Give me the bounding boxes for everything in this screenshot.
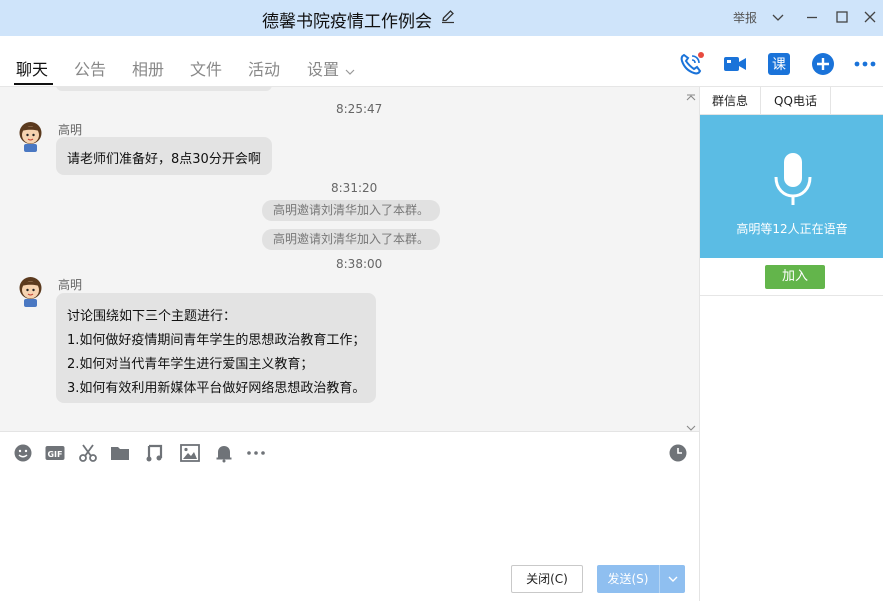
tab-qq-call[interactable]: QQ电话	[761, 87, 830, 115]
more-icon[interactable]	[852, 51, 878, 77]
timestamp: 8:25:47	[336, 102, 383, 116]
music-note-icon[interactable]	[144, 443, 164, 463]
message-text: 请老师们准备好，8点30分开会啊	[67, 152, 261, 167]
tab-chat[interactable]: 聊天	[16, 56, 48, 80]
right-panel-tabs: 群信息 QQ电话	[700, 87, 883, 115]
chevron-down-icon[interactable]	[344, 62, 356, 75]
voice-call-panel: 高明等12人正在语音	[700, 115, 883, 258]
gif-icon[interactable]: GIF	[45, 443, 65, 463]
edit-title-icon[interactable]	[440, 8, 456, 24]
previous-message-bubble	[56, 87, 272, 91]
tab-group-info[interactable]: 群信息	[700, 87, 760, 115]
maximize-icon[interactable]	[834, 9, 850, 25]
image-icon[interactable]	[180, 443, 200, 463]
video-call-icon[interactable]	[722, 51, 748, 77]
close-icon[interactable]	[862, 9, 878, 25]
tab-activity[interactable]: 活动	[248, 56, 280, 80]
chat-history[interactable]: 8:25:47 高明 请老师们准备好，8点30分开会啊 8:31:20 高明邀请…	[0, 87, 699, 431]
add-app-icon[interactable]	[810, 51, 836, 77]
report-link[interactable]: 举报	[733, 9, 757, 26]
voice-call-icon[interactable]	[678, 51, 704, 77]
send-button[interactable]: 发送(S)	[597, 565, 659, 593]
tab-announcement[interactable]: 公告	[74, 56, 106, 80]
join-voice-button[interactable]: 加入	[765, 265, 825, 289]
folder-icon[interactable]	[110, 443, 130, 463]
message-text: 3.如何有效利用新媒体平台做好网络思想政治教育。	[67, 381, 366, 396]
history-clock-icon[interactable]	[668, 443, 688, 463]
avatar[interactable]	[14, 275, 47, 308]
message-input-area[interactable]: GIF 关闭(C) 发送(S)	[0, 431, 699, 601]
chevron-down-icon[interactable]	[685, 418, 697, 431]
tab-settings[interactable]: 设置	[307, 56, 339, 80]
chevron-down-icon	[668, 576, 678, 582]
right-panel: 群信息 QQ电话 高明等12人正在语音 加入	[699, 87, 883, 601]
system-notice: 高明邀请刘清华加入了本群。	[262, 229, 440, 250]
close-button[interactable]: 关闭(C)	[511, 565, 583, 593]
chevron-down-icon[interactable]	[770, 9, 786, 25]
timestamp: 8:38:00	[336, 257, 383, 271]
active-tab-indicator	[14, 83, 53, 85]
divider	[830, 87, 831, 115]
message-text: 讨论围绕如下三个主题进行：	[67, 309, 237, 324]
title-bar: 德馨书院疫情工作例会 举报	[0, 0, 883, 36]
send-options-button[interactable]	[659, 565, 685, 593]
sender-name: 高明	[58, 123, 83, 137]
system-notice: 高明邀请刘清华加入了本群。	[262, 200, 440, 221]
divider	[700, 295, 883, 296]
tab-bar: 聊天 公告 相册 文件 活动 设置	[0, 36, 883, 87]
avatar[interactable]	[14, 120, 47, 153]
message-text: 1.如何做好疫情期间青年学生的思想政治教育工作；	[67, 333, 366, 348]
bell-icon[interactable]	[214, 443, 234, 463]
sender-name: 高明	[58, 278, 83, 292]
gif-icon-label: GIF	[47, 450, 62, 459]
message-bubble[interactable]: 请老师们准备好，8点30分开会啊	[56, 137, 272, 175]
window-title: 德馨书院疫情工作例会	[262, 12, 432, 32]
more-dots-icon[interactable]	[246, 443, 266, 463]
message-text: 2.如何对当代青年学生进行爱国主义教育；	[67, 357, 314, 372]
emoji-icon[interactable]	[13, 443, 33, 463]
class-icon[interactable]: 课	[766, 51, 792, 77]
voice-status-text: 高明等12人正在语音	[736, 222, 848, 236]
minimize-icon[interactable]	[804, 9, 820, 25]
tab-album[interactable]: 相册	[132, 56, 164, 80]
message-bubble[interactable]: 讨论围绕如下三个主题进行： 1.如何做好疫情期间青年学生的思想政治教育工作； 2…	[56, 293, 376, 403]
screenshot-scissors-icon[interactable]	[78, 443, 98, 463]
timestamp: 8:31:20	[331, 181, 378, 195]
microphone-icon	[774, 153, 812, 205]
tab-files[interactable]: 文件	[190, 56, 222, 80]
class-icon-label: 课	[772, 57, 786, 73]
chevron-up-icon[interactable]	[685, 88, 697, 101]
